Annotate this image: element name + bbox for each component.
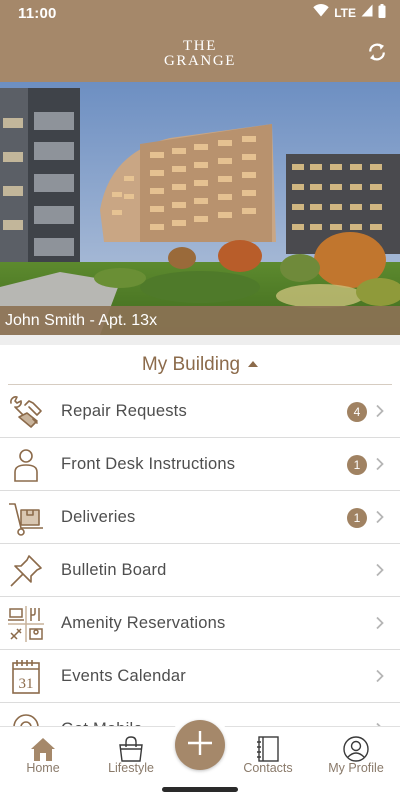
home-icon	[29, 735, 57, 763]
nav-contacts[interactable]: Contacts	[233, 727, 303, 785]
menu-item-label: Events Calendar	[61, 667, 186, 685]
brand-logo: THE GRANGE	[0, 39, 400, 69]
menu-item-bulletin-board[interactable]: Bulletin Board	[0, 544, 400, 597]
status-time: 11:00	[18, 4, 57, 22]
calendar-day-number: 31	[19, 676, 34, 692]
status-bar: 11:00 LTE	[0, 0, 400, 26]
chevron-right-icon	[375, 563, 385, 577]
repair-tools-icon	[7, 393, 45, 431]
resident-label: John Smith - Apt. 13x	[0, 306, 400, 336]
brand-line1: THE	[183, 38, 217, 54]
menu-item-events-calendar[interactable]: 31 Events Calendar	[0, 650, 400, 703]
chevron-right-icon	[375, 457, 385, 471]
section-spacer	[0, 335, 400, 345]
network-type: LTE	[334, 6, 356, 20]
refresh-button[interactable]	[364, 41, 390, 67]
system-nav-bar	[0, 784, 400, 800]
add-button[interactable]	[175, 720, 225, 770]
gesture-home-pill[interactable]	[162, 787, 238, 792]
menu-item-repair-requests[interactable]: Repair Requests 4	[0, 385, 400, 438]
app-bar: THE GRANGE	[0, 26, 400, 82]
hand-truck-icon	[7, 499, 45, 537]
amenities-icon	[7, 605, 45, 643]
brand-line2: GRANGE	[163, 53, 237, 69]
menu-item-amenity-reservations[interactable]: Amenity Reservations	[0, 597, 400, 650]
nav-home[interactable]: Home	[8, 727, 78, 785]
address-book-icon	[254, 735, 282, 763]
notification-badge: 1	[347, 455, 367, 475]
building-photo	[0, 82, 400, 335]
signal-icon	[361, 4, 373, 22]
chevron-right-icon	[375, 616, 385, 630]
calendar-icon: 31	[7, 658, 45, 696]
wifi-icon	[313, 4, 329, 22]
pushpin-icon	[7, 552, 45, 590]
nav-label: Contacts	[243, 761, 293, 775]
refresh-icon	[367, 41, 387, 68]
caret-up-icon	[248, 361, 259, 367]
app-screen: 11:00 LTE THE GRANGE John Smith - Apt. 1…	[0, 0, 400, 800]
menu-item-label: Deliveries	[61, 508, 136, 526]
menu-item-label: Bulletin Board	[61, 561, 167, 579]
status-icons: LTE	[313, 3, 386, 23]
nav-label: Home	[26, 761, 60, 775]
nav-label: My Profile	[328, 761, 384, 775]
menu-item-front-desk-instructions[interactable]: Front Desk Instructions 1	[0, 438, 400, 491]
my-building-toggle[interactable]: My Building	[0, 345, 400, 385]
menu-item-label: Front Desk Instructions	[61, 455, 236, 473]
chevron-right-icon	[375, 404, 385, 418]
battery-icon	[378, 3, 386, 23]
building-menu: Repair Requests 4 Front Desk Instruction…	[0, 385, 400, 756]
menu-item-label: Amenity Reservations	[61, 614, 226, 632]
nav-lifestyle[interactable]: Lifestyle	[96, 727, 166, 785]
chevron-right-icon	[375, 510, 385, 524]
plus-icon	[187, 730, 213, 761]
shopping-bag-icon	[117, 735, 145, 763]
nav-my-profile[interactable]: My Profile	[321, 727, 391, 785]
nav-label: Lifestyle	[108, 761, 154, 775]
chevron-right-icon	[375, 669, 385, 683]
person-icon	[7, 446, 45, 484]
menu-item-deliveries[interactable]: Deliveries 1	[0, 491, 400, 544]
notification-badge: 1	[347, 508, 367, 528]
section-title: My Building	[141, 354, 241, 375]
menu-item-label: Repair Requests	[61, 402, 187, 420]
notification-badge: 4	[347, 402, 367, 422]
profile-icon	[342, 735, 370, 763]
